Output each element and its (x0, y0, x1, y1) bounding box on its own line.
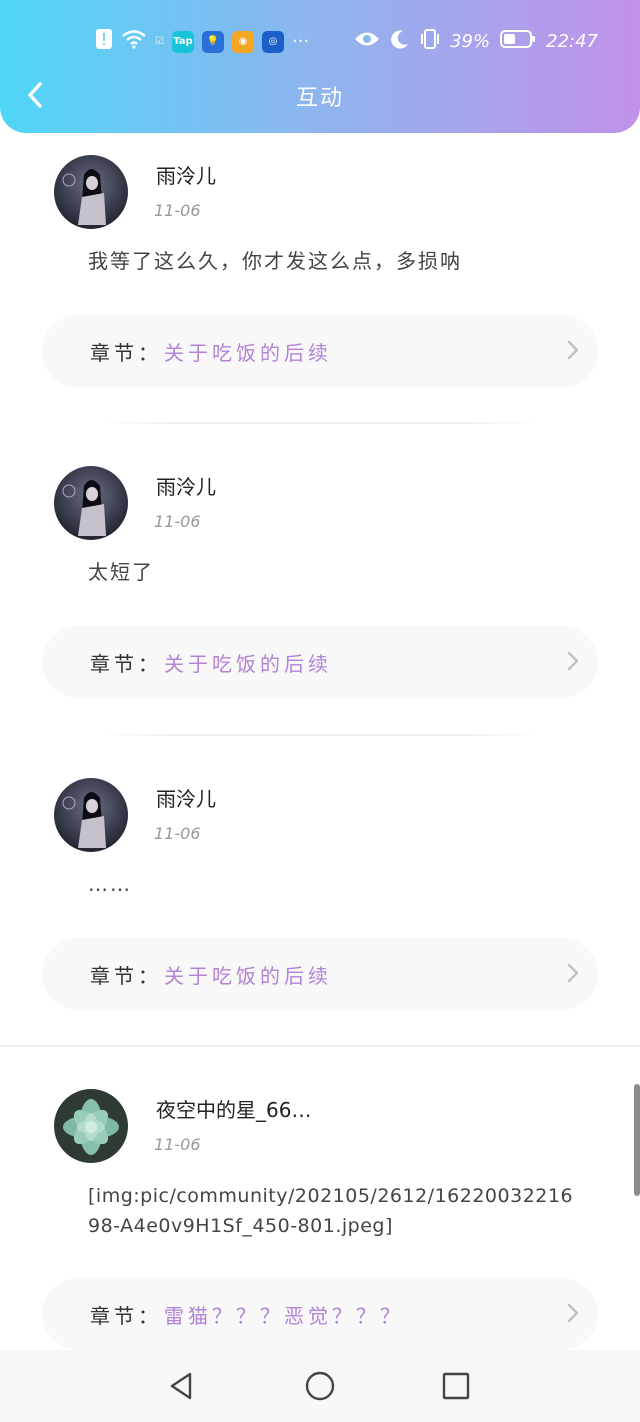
comment-list[interactable]: 雨泠儿 11-06 我等了这么久，你才发这么点，多损呐 章节： 关于吃饭的后续 … (0, 148, 640, 1350)
comment-card: 雨泠儿 11-06 太短了 章节： 关于吃饭的后续 (0, 460, 640, 750)
chevron-right-icon (566, 339, 580, 365)
status-right-icons: 39% 22:47 (354, 28, 598, 55)
weibo-app-icon: ◉ (231, 30, 254, 53)
chapter-label: 章节： (90, 964, 162, 988)
battery-percent: 39% (450, 31, 491, 52)
comment-text: 我等了这么久，你才发这么点，多损呐 (88, 249, 462, 273)
home-nav-button[interactable] (304, 1370, 336, 1402)
eye-icon (354, 29, 380, 54)
square-recents-icon (442, 1372, 470, 1400)
user-avatar[interactable] (54, 1089, 128, 1163)
clock: 22:47 (546, 31, 598, 52)
alert-icon (95, 28, 113, 55)
chapter-label: 章节： (90, 652, 162, 676)
vibrate-icon (420, 28, 440, 55)
scrollbar[interactable] (634, 1084, 640, 1196)
divider (100, 734, 540, 736)
comment-date: 11-06 (154, 1135, 201, 1154)
status-bar: ☑ Tap 💡 ◉ ◎ ··· 39% 22:47 (0, 24, 640, 58)
comment-date: 11-06 (154, 824, 201, 843)
more-notifications-icon: ··· (291, 31, 310, 52)
chevron-right-icon (566, 650, 580, 676)
username: 雨泠儿 (156, 164, 216, 188)
user-avatar[interactable] (54, 466, 128, 540)
lightbulb-app-icon: 💡 (201, 30, 224, 53)
chapter-name: 关于吃饭的后续 (164, 341, 332, 365)
comment-card: 夜空中的星_66… 11-06 [img:pic/community/20210… (0, 1083, 640, 1373)
message-icon: ☑ (155, 36, 164, 47)
battery-icon (500, 29, 536, 54)
comment-text: …… (88, 872, 132, 896)
chapter-name: 关于吃饭的后续 (164, 652, 332, 676)
moon-icon (390, 29, 410, 54)
chapter-label: 章节： (90, 341, 162, 365)
chapter-link[interactable]: 章节： 关于吃饭的后续 (42, 938, 598, 1010)
triangle-back-icon (170, 1372, 192, 1400)
comment-text: 太短了 (88, 560, 154, 584)
browser-app-icon: ◎ (261, 30, 284, 53)
user-avatar[interactable] (54, 155, 128, 229)
username: 雨泠儿 (156, 475, 216, 499)
username: 雨泠儿 (156, 787, 216, 811)
divider (100, 422, 540, 424)
comment-card: 雨泠儿 11-06 …… 章节： 关于吃饭的后续 (0, 772, 640, 1062)
page-title: 互动 (295, 86, 344, 111)
header: ☑ Tap 💡 ◉ ◎ ··· 39% 22:47 互动 (0, 0, 640, 133)
chapter-link[interactable]: 章节： 雷猫？？？恶觉？？？ (42, 1278, 598, 1350)
chevron-right-icon (566, 1302, 580, 1328)
comment-date: 11-06 (154, 512, 201, 531)
recents-nav-button[interactable] (440, 1370, 472, 1402)
circle-home-icon (305, 1371, 335, 1401)
nav-bar: 互动 (0, 72, 640, 118)
chapter-link[interactable]: 章节： 关于吃饭的后续 (42, 315, 598, 387)
username: 夜空中的星_66… (156, 1098, 312, 1122)
wifi-icon (121, 28, 147, 55)
divider (0, 1045, 640, 1047)
chapter-name: 关于吃饭的后续 (164, 964, 332, 988)
chapter-name: 雷猫？？？恶觉？？？ (164, 1304, 404, 1328)
user-avatar[interactable] (54, 778, 128, 852)
status-left-icons: ☑ Tap 💡 ◉ ◎ ··· (95, 28, 309, 55)
back-nav-button[interactable] (166, 1370, 198, 1402)
system-nav-bar (0, 1350, 640, 1422)
chevron-right-icon (566, 962, 580, 988)
chapter-label: 章节： (90, 1304, 162, 1328)
comment-text: [img:pic/community/202105/2612/162200322… (88, 1185, 574, 1237)
comment-card: 雨泠儿 11-06 我等了这么久，你才发这么点，多损呐 章节： 关于吃饭的后续 (0, 148, 640, 438)
comment-date: 11-06 (154, 201, 201, 220)
tap-app-icon: Tap (171, 30, 194, 53)
chapter-link[interactable]: 章节： 关于吃饭的后续 (42, 626, 598, 698)
